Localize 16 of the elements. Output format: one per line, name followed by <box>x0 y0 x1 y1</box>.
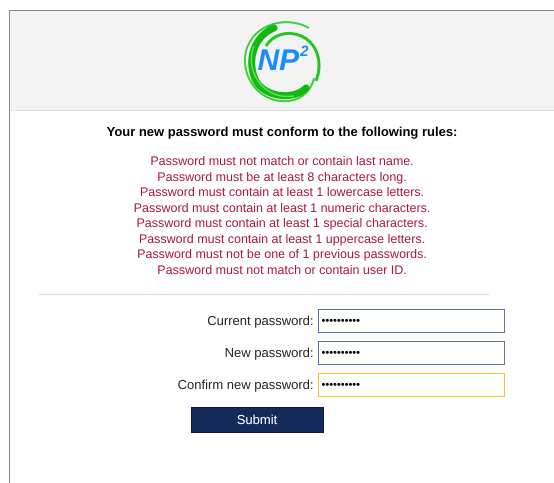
rule-text: Password must not be one of 1 previous passwords. <box>137 247 427 262</box>
password-field[interactable]: •••••••••• <box>318 373 504 397</box>
rule-text: Password must not match or contain user ID. <box>157 262 407 278</box>
rule-text: Password must contain at least 1 uppercase letters. <box>138 232 426 247</box>
rule-text: Password must contain at least 1 numeric characters. <box>134 200 430 216</box>
field-label: New password: <box>224 344 314 362</box>
rules-heading: Your new password must conform to the following rules: <box>106 123 458 140</box>
submit-button[interactable]: Submit <box>190 407 324 433</box>
rule-text: Password must contain at least 1 special characters. <box>136 216 428 232</box>
rule-text: Password must be at least 8 characters long. <box>157 170 407 185</box>
field-label: Current password: <box>206 312 314 330</box>
field-label: Confirm new password: <box>176 376 314 394</box>
rule-text: Password must not match or contain last name. <box>150 154 414 170</box>
password-field[interactable]: •••••••••• <box>318 341 504 365</box>
password-field[interactable]: •••••••••• <box>318 309 504 333</box>
rule-text: Password must contain at least 1 lowercase letters. <box>140 185 424 200</box>
